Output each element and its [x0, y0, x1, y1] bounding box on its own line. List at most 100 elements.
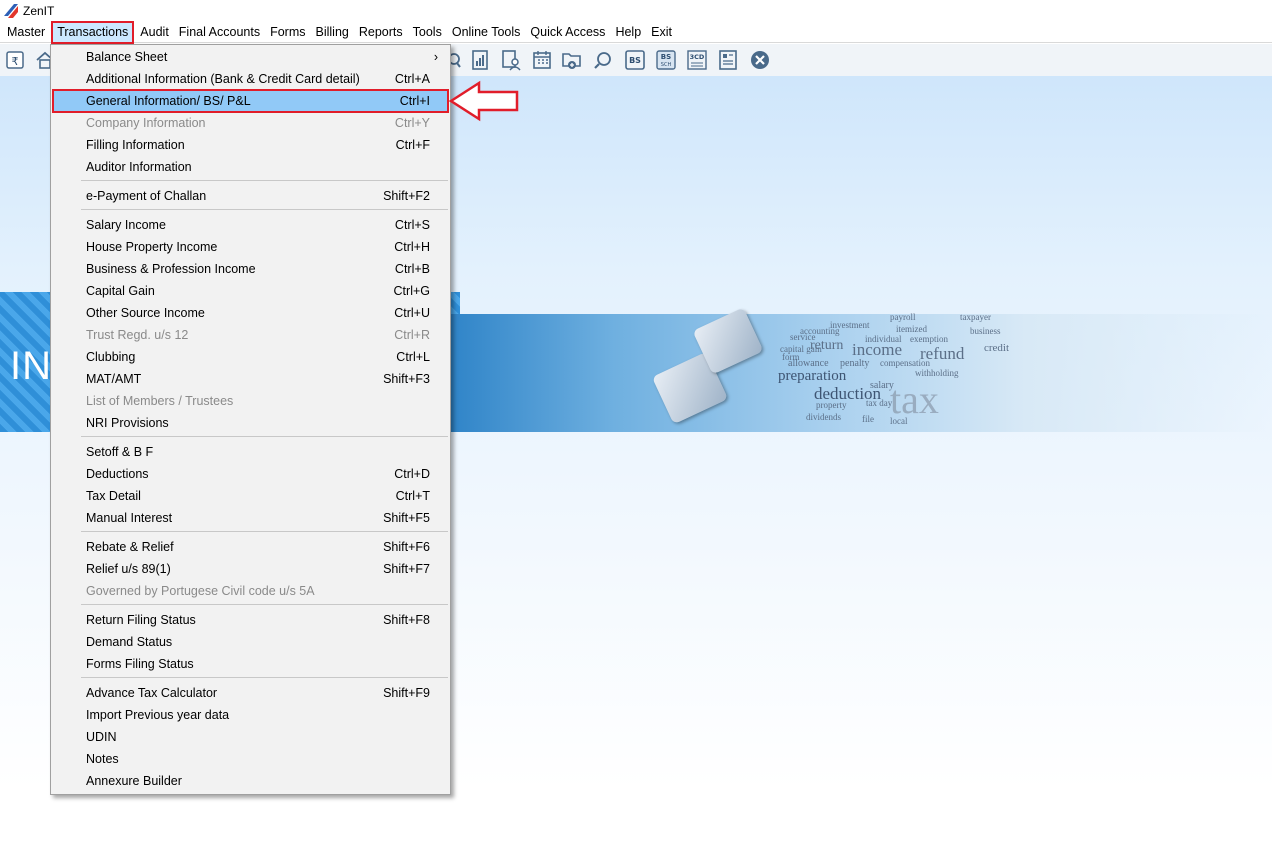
menu-item-general-information[interactable]: General Information/ BS/ P&L Ctrl+I — [52, 89, 449, 113]
word-cloud-word: itemized — [896, 324, 927, 334]
menu-item-shortcut: Shift+F6 — [383, 540, 430, 554]
menu-item-label: Other Source Income — [86, 306, 205, 320]
3cd-icon-text: 3CD — [690, 53, 705, 61]
menu-transactions[interactable]: Transactions — [51, 20, 135, 44]
menu-billing[interactable]: Billing — [311, 22, 354, 43]
menu-item-notes[interactable]: Notes — [53, 748, 448, 770]
bs-sch-bottom-text: SCH — [661, 62, 672, 68]
report-icon[interactable] — [469, 49, 491, 71]
calendar-icon[interactable] — [531, 49, 553, 71]
menu-item-auditor-information[interactable]: Auditor Information — [53, 156, 448, 178]
menu-item-import-previous-year[interactable]: Import Previous year data — [53, 704, 448, 726]
menu-item-shortcut: Ctrl+L — [396, 350, 430, 364]
menu-item-other-source-income[interactable]: Other Source Income Ctrl+U — [53, 302, 448, 324]
menu-item-forms-filing-status[interactable]: Forms Filing Status — [53, 653, 448, 675]
menu-item-salary-income[interactable]: Salary Income Ctrl+S — [53, 214, 448, 236]
menu-item-label: Annexure Builder — [86, 774, 182, 788]
menu-item-mat-amt[interactable]: MAT/AMT Shift+F3 — [53, 368, 448, 390]
menu-item-list-of-members: List of Members / Trustees — [53, 390, 448, 412]
search-circle-icon[interactable] — [592, 49, 614, 71]
menu-help[interactable]: Help — [610, 22, 646, 43]
menu-item-label: Auditor Information — [86, 160, 192, 174]
svg-text:₹: ₹ — [12, 55, 19, 68]
menu-item-trust-regd: Trust Regd. u/s 12 Ctrl+R — [53, 324, 448, 346]
menu-item-label: Trust Regd. u/s 12 — [86, 328, 189, 342]
app-title: ZenIT — [23, 4, 55, 18]
menu-item-e-payment-of-challan[interactable]: e-Payment of Challan Shift+F2 — [53, 185, 448, 207]
bs-icon[interactable]: BS — [624, 49, 646, 71]
word-cloud-word: tax day — [866, 398, 893, 408]
menu-separator — [81, 531, 448, 532]
word-cloud-word: compensation — [880, 358, 930, 368]
menu-forms[interactable]: Forms — [265, 22, 310, 43]
menu-item-relief-89-1[interactable]: Relief u/s 89(1) Shift+F7 — [53, 558, 448, 580]
menu-audit[interactable]: Audit — [135, 22, 174, 43]
menu-item-label: Forms Filing Status — [86, 657, 194, 671]
folder-add-icon[interactable] — [561, 49, 583, 71]
close-icon[interactable] — [749, 49, 771, 71]
menu-item-annexure-builder[interactable]: Annexure Builder — [53, 770, 448, 792]
menu-item-label: Demand Status — [86, 635, 173, 649]
menu-item-house-property-income[interactable]: House Property Income Ctrl+H — [53, 236, 448, 258]
menu-item-tax-detail[interactable]: Tax Detail Ctrl+T — [53, 485, 448, 507]
menu-item-balance-sheet[interactable]: Balance Sheet › — [53, 46, 448, 68]
menu-tools[interactable]: Tools — [408, 22, 447, 43]
menu-item-clubbing[interactable]: Clubbing Ctrl+L — [53, 346, 448, 368]
tax-word-cloud: payroll investment itemized accounting r… — [770, 312, 1150, 427]
bs-icon-text: BS — [629, 56, 641, 65]
menu-item-shortcut: Shift+F9 — [383, 686, 430, 700]
menu-separator — [81, 436, 448, 437]
menu-item-additional-information[interactable]: Additional Information (Bank & Credit Ca… — [53, 68, 448, 90]
menu-item-label: House Property Income — [86, 240, 218, 254]
menu-item-demand-status[interactable]: Demand Status — [53, 631, 448, 653]
menu-item-shortcut: Ctrl+I — [399, 94, 430, 108]
menu-item-setoff-bf[interactable]: Setoff & B F — [53, 441, 448, 463]
menu-separator — [81, 209, 448, 210]
menu-item-shortcut: Shift+F3 — [383, 372, 430, 386]
menu-online-tools[interactable]: Online Tools — [447, 22, 526, 43]
menu-item-advance-tax-calculator[interactable]: Advance Tax Calculator Shift+F9 — [53, 682, 448, 704]
menu-item-udin[interactable]: UDIN — [53, 726, 448, 748]
menu-item-portugese-civil-code: Governed by Portugese Civil code u/s 5A — [53, 580, 448, 602]
menu-item-label: Relief u/s 89(1) — [86, 562, 171, 576]
word-cloud-word: business — [970, 326, 1001, 336]
menu-item-return-filing-status[interactable]: Return Filing Status Shift+F8 — [53, 609, 448, 631]
menu-item-deductions[interactable]: Deductions Ctrl+D — [53, 463, 448, 485]
word-cloud-word: payroll — [890, 312, 916, 322]
menu-quick-access[interactable]: Quick Access — [525, 22, 610, 43]
menu-master[interactable]: Master — [2, 22, 50, 43]
menu-exit[interactable]: Exit — [646, 22, 677, 43]
menu-item-shortcut: Ctrl+A — [394, 72, 430, 86]
word-cloud-word: exemption — [910, 334, 948, 344]
menu-item-label: Governed by Portugese Civil code u/s 5A — [86, 584, 315, 598]
bs-sch-top-text: BS — [661, 53, 671, 61]
menu-item-label: Notes — [86, 752, 119, 766]
menu-item-capital-gain[interactable]: Capital Gain Ctrl+G — [53, 280, 448, 302]
menu-item-nri-provisions[interactable]: NRI Provisions — [53, 412, 448, 434]
user-doc-icon[interactable] — [500, 49, 522, 71]
rupee-book-icon[interactable]: ₹ — [4, 49, 26, 71]
form-icon[interactable] — [717, 49, 739, 71]
word-cloud-word: capital gain — [780, 344, 822, 354]
menu-item-filling-information[interactable]: Filling Information Ctrl+F — [53, 134, 448, 156]
menu-item-label: Manual Interest — [86, 511, 173, 525]
menu-item-label: e-Payment of Challan — [86, 189, 207, 203]
menu-item-label: Import Previous year data — [86, 708, 230, 722]
menu-reports[interactable]: Reports — [354, 22, 408, 43]
menu-item-shortcut: Ctrl+U — [394, 306, 430, 320]
menu-final-accounts[interactable]: Final Accounts — [174, 22, 265, 43]
3cd-icon[interactable]: 3CD — [686, 49, 708, 71]
menu-item-rebate-relief[interactable]: Rebate & Relief Shift+F6 — [53, 536, 448, 558]
bs-sch-icon[interactable]: BS SCH — [655, 49, 677, 71]
word-cloud-word: dividends — [806, 412, 841, 422]
annotation-arrow-icon — [449, 80, 519, 122]
word-cloud-word: credit — [984, 342, 1010, 354]
menu-item-label: Return Filing Status — [86, 613, 196, 627]
menu-item-shortcut: Ctrl+H — [394, 240, 430, 254]
menu-item-label: Clubbing — [86, 350, 136, 364]
menu-item-label: List of Members / Trustees — [86, 394, 234, 408]
menu-item-manual-interest[interactable]: Manual Interest Shift+F5 — [53, 507, 448, 529]
menu-item-label: Setoff & B F — [86, 445, 154, 459]
menu-item-business-profession-income[interactable]: Business & Profession Income Ctrl+B — [53, 258, 448, 280]
menu-item-label: Rebate & Relief — [86, 540, 174, 554]
